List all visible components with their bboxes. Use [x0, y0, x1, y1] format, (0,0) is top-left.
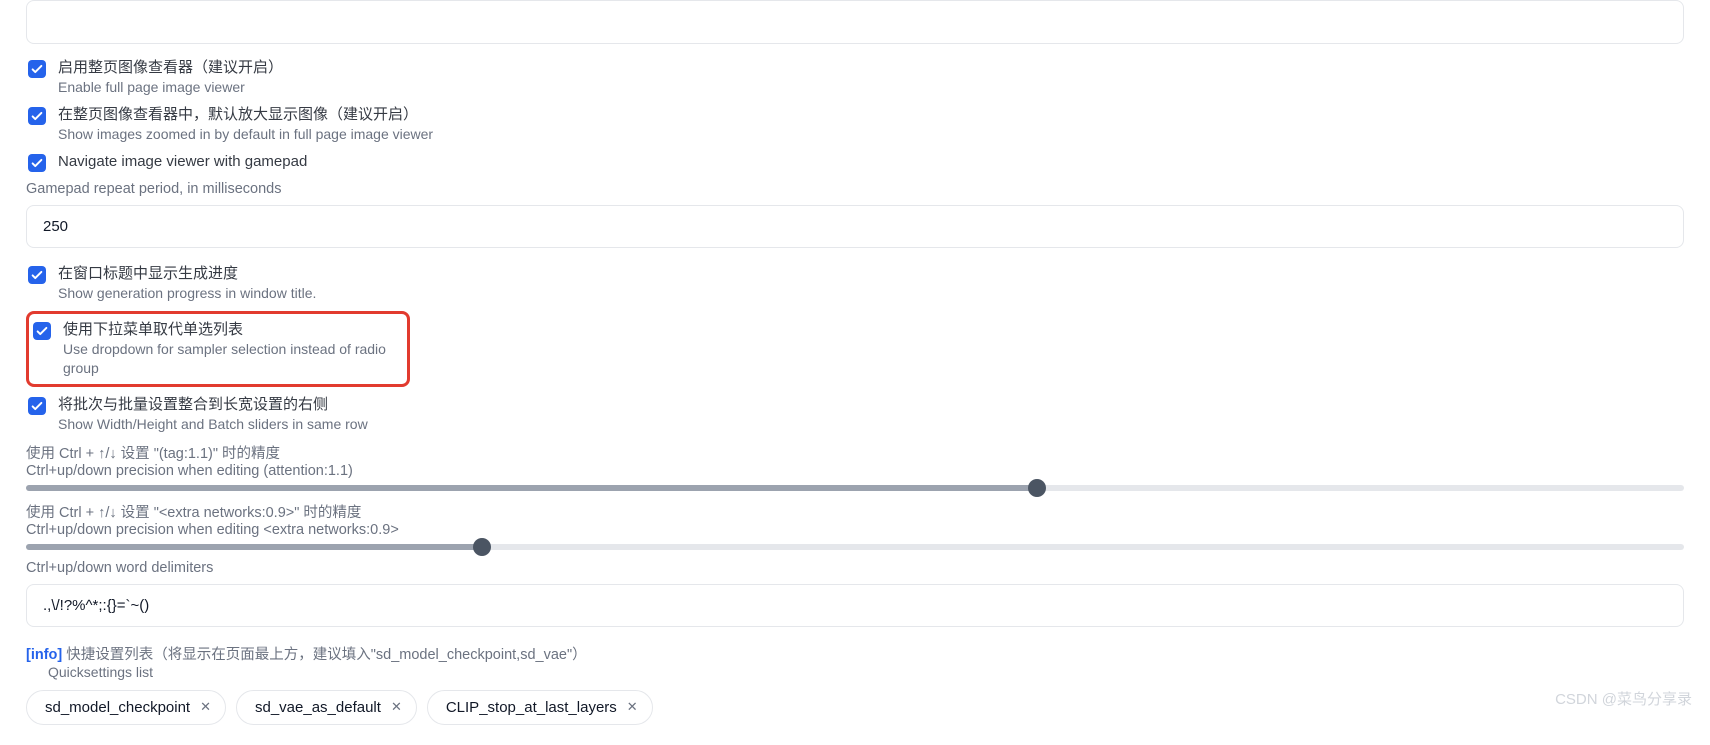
tag-item[interactable]: sd_vae_as_default ✕	[236, 690, 417, 725]
empty-input-box[interactable]	[26, 0, 1684, 44]
tag-item[interactable]: CLIP_stop_at_last_layers ✕	[427, 690, 653, 725]
tag-label: CLIP_stop_at_last_layers	[446, 699, 617, 716]
slider-fill	[26, 544, 482, 550]
slider1-label-en: Ctrl+up/down precision when editing (att…	[26, 463, 1684, 479]
tag-label: sd_model_checkpoint	[45, 699, 190, 716]
slider-thumb[interactable]	[1028, 479, 1046, 497]
highlight-dropdown: 使用下拉菜单取代单选列表 Use dropdown for sampler se…	[26, 311, 410, 387]
slider-fill	[26, 485, 1037, 491]
close-icon[interactable]: ✕	[391, 699, 402, 715]
quicksettings-cn: 快捷设置列表（将显示在页面最上方，建议填入"sd_model_checkpoin…	[66, 647, 586, 663]
checkbox-dropdown-en: Use dropdown for sampler selection inste…	[63, 340, 401, 378]
gamepad-period-label: Gamepad repeat period, in milliseconds	[26, 181, 1684, 197]
checkbox-fullpage[interactable]: 启用整页图像查看器（建议开启） Enable full page image v…	[28, 58, 1684, 97]
slider-thumb[interactable]	[473, 538, 491, 556]
checkbox-icon	[28, 107, 46, 125]
quicksettings-sub: Quicksettings list	[48, 664, 1684, 680]
quicksettings-tags[interactable]: sd_model_checkpoint ✕ sd_vae_as_default …	[26, 690, 1684, 725]
checkbox-zoomed-en: Show images zoomed in by default in full…	[58, 125, 433, 144]
checkbox-progress-en: Show generation progress in window title…	[58, 284, 316, 303]
checkbox-zoomed-cn: 在整页图像查看器中，默认放大显示图像（建议开启）	[58, 105, 433, 125]
slider1-label-cn: 使用 Ctrl + ↑/↓ 设置 "(tag:1.1)" 时的精度	[26, 442, 1684, 463]
checkbox-fullpage-cn: 启用整页图像查看器（建议开启）	[58, 58, 283, 78]
checkbox-icon	[33, 322, 51, 340]
checkbox-batch-cn: 将批次与批量设置整合到长宽设置的右侧	[58, 395, 368, 415]
slider2-label-cn: 使用 Ctrl + ↑/↓ 设置 "<extra networks:0.9>" …	[26, 501, 1684, 522]
checkbox-icon	[28, 266, 46, 284]
close-icon[interactable]: ✕	[200, 699, 211, 715]
tag-label: sd_vae_as_default	[255, 699, 381, 716]
checkbox-icon	[28, 60, 46, 78]
gamepad-period-input[interactable]	[26, 205, 1684, 248]
checkbox-gamepad[interactable]: Navigate image viewer with gamepad	[28, 152, 1684, 172]
tag-item[interactable]: sd_model_checkpoint ✕	[26, 690, 226, 725]
quicksettings-label: [info] 快捷设置列表（将显示在页面最上方，建议填入"sd_model_ch…	[26, 643, 1684, 664]
watermark: CSDN @菜鸟分享录	[1555, 688, 1692, 709]
slider2-label-en: Ctrl+up/down precision when editing <ext…	[26, 522, 1684, 538]
delimiters-label: Ctrl+up/down word delimiters	[26, 560, 1684, 576]
info-tag: [info]	[26, 647, 62, 663]
checkbox-batch[interactable]: 将批次与批量设置整合到长宽设置的右侧 Show Width/Height and…	[28, 395, 1684, 434]
checkbox-icon	[28, 154, 46, 172]
checkbox-gamepad-label: Navigate image viewer with gamepad	[58, 152, 307, 172]
checkbox-zoomed[interactable]: 在整页图像查看器中，默认放大显示图像（建议开启） Show images zoo…	[28, 105, 1684, 144]
slider-attention[interactable]	[26, 485, 1684, 491]
close-icon[interactable]: ✕	[627, 699, 638, 715]
checkbox-progress[interactable]: 在窗口标题中显示生成进度 Show generation progress in…	[28, 264, 1684, 303]
checkbox-icon	[28, 397, 46, 415]
checkbox-progress-cn: 在窗口标题中显示生成进度	[58, 264, 316, 284]
delimiters-input[interactable]	[26, 584, 1684, 627]
checkbox-batch-en: Show Width/Height and Batch sliders in s…	[58, 415, 368, 434]
checkbox-fullpage-en: Enable full page image viewer	[58, 78, 283, 97]
checkbox-dropdown-cn: 使用下拉菜单取代单选列表	[63, 320, 401, 340]
checkbox-dropdown[interactable]: 使用下拉菜单取代单选列表 Use dropdown for sampler se…	[33, 320, 401, 378]
slider-extranetworks[interactable]	[26, 544, 1684, 550]
